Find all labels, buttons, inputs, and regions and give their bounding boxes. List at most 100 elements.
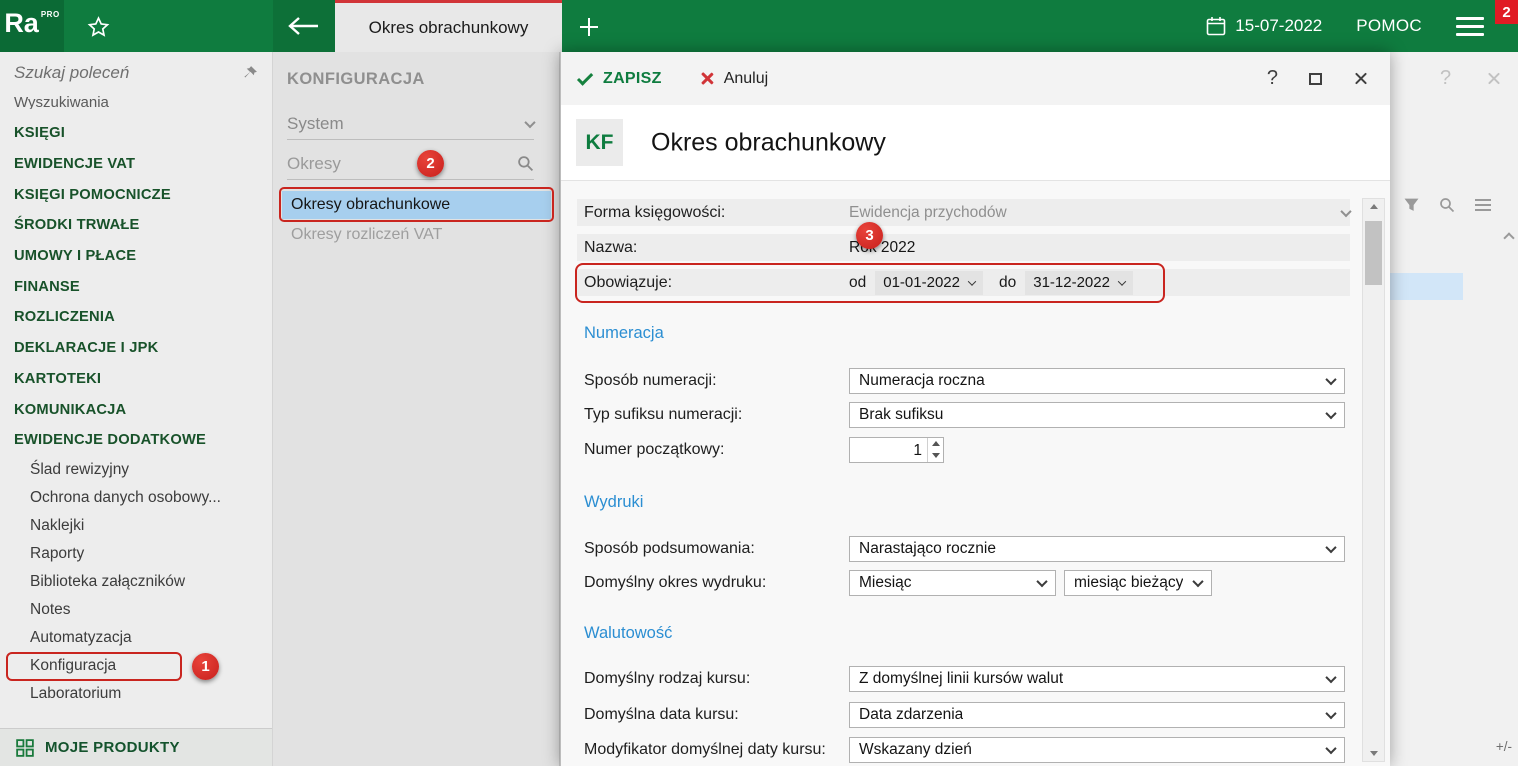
form-row-sposob-numeracji: Sposób numeracji: Numeracja roczna	[584, 367, 1345, 394]
scroll-down-button[interactable]	[1363, 751, 1384, 756]
notification-badge: 2	[1495, 0, 1518, 24]
sidebar-item-umowy-i-place[interactable]: UMOWY I PŁACE	[0, 241, 272, 272]
config-item-okresy-rozliczen-vat[interactable]: Okresy rozliczeń VAT	[291, 226, 442, 244]
field-label: Typ sufiksu numeracji:	[584, 405, 743, 423]
rodzaj-kursu-select[interactable]: Z domyślnej linii kursów walut	[849, 665, 1345, 692]
close-button[interactable]	[1353, 71, 1368, 86]
help-menu[interactable]: POMOC	[1356, 16, 1422, 36]
topbar-right-group: 15-07-2022 POMOC	[1206, 0, 1484, 52]
forma-ksiegowosci-select[interactable]: Ewidencja przychodów	[849, 204, 1352, 222]
panel-title: KONFIGURACJA	[287, 70, 425, 88]
plus-icon	[580, 18, 598, 36]
chevron-up-icon[interactable]	[1503, 232, 1515, 244]
sidebar-item-ewidencje-dodatkowe[interactable]: EWIDENCJE DODATKOWE	[0, 425, 272, 456]
background-zoom-control[interactable]: +/-	[1496, 739, 1512, 754]
scrollbar-thumb[interactable]	[1365, 221, 1382, 285]
my-products-button[interactable]: MOJE PRODUKTY	[0, 728, 272, 766]
nazwa-input[interactable]: Rok 2022	[849, 239, 1350, 257]
select-value: Narastająco rocznie	[859, 539, 996, 557]
arrow-down-icon	[931, 453, 940, 458]
save-button[interactable]: ZAPISZ	[576, 68, 662, 88]
sidebar-item-rozliczenia[interactable]: ROZLICZENIA	[0, 302, 272, 333]
current-date-widget[interactable]: 15-07-2022	[1206, 16, 1322, 36]
background-help-button[interactable]: ?	[1440, 67, 1451, 90]
sidebar-item-naklejki[interactable]: Naklejki	[0, 512, 272, 540]
sidebar-item-raporty[interactable]: Raporty	[0, 540, 272, 568]
cancel-button[interactable]: Anuluj	[700, 70, 768, 88]
background-selected-row	[1390, 273, 1463, 300]
chevron-down-icon	[1325, 671, 1337, 683]
list-menu-icon[interactable]	[1475, 199, 1491, 211]
sidebar-item-komunikacja[interactable]: KOMUNIKACJA	[0, 394, 272, 425]
form-row-nazwa: Nazwa: Rok 2022	[577, 234, 1350, 261]
select-value: Brak sufiksu	[859, 405, 944, 423]
logo-text: Ra	[4, 8, 39, 38]
sidebar-item-kartoteki[interactable]: KARTOTEKI	[0, 364, 272, 395]
date-from-select[interactable]: 01-01-2022	[875, 270, 983, 295]
config-group-select[interactable]: System	[287, 108, 536, 140]
section-numeracja: Numeracja	[584, 324, 664, 342]
okres-wydruku-modifier-select[interactable]: miesiąc bieżący	[1064, 569, 1212, 596]
sidebar-item-konfiguracja[interactable]: Konfiguracja	[0, 652, 272, 680]
sidebar-item-notes[interactable]: Notes	[0, 596, 272, 624]
sidebar-item-ksiegi[interactable]: KSIĘGI	[0, 118, 272, 149]
section-wydruki: Wydruki	[584, 493, 644, 511]
sidebar-item-srodki-trwale[interactable]: ŚRODKI TRWAŁE	[0, 210, 272, 241]
back-button[interactable]	[273, 0, 335, 52]
search-icon[interactable]	[1439, 197, 1455, 213]
typ-sufiksu-select[interactable]: Brak sufiksu	[849, 401, 1345, 428]
dialog-header: KF Okres obrachunkowy	[561, 105, 1390, 181]
cancel-x-icon	[700, 71, 715, 86]
form-row-typ-sufiksu: Typ sufiksu numeracji: Brak sufiksu	[584, 401, 1345, 428]
pin-icon[interactable]	[241, 65, 258, 82]
stepper-up-button[interactable]	[928, 438, 943, 450]
sidebar-item-slad-rewizyjny[interactable]: Ślad rewizyjny	[0, 456, 272, 484]
stepper-arrows	[927, 437, 943, 462]
sidebar-categories: KSIĘGI EWIDENCJE VAT KSIĘGI POMOCNICZE Ś…	[0, 118, 272, 456]
numer-poczatkowy-stepper[interactable]: 1	[849, 436, 944, 463]
dialog-title: Okres obrachunkowy	[651, 128, 886, 156]
sidebar-item-ochrona-danych[interactable]: Ochrona danych osobowy...	[0, 484, 272, 512]
sidebar-item-laboratorium[interactable]: Laboratorium	[0, 680, 272, 708]
config-group-value: System	[287, 113, 344, 133]
config-search-input[interactable]: Okresy	[287, 148, 534, 180]
maximize-button[interactable]	[1309, 72, 1322, 85]
chevron-down-icon	[967, 276, 977, 286]
sidebar-item-biblioteka-zalacznikow[interactable]: Biblioteka załączników	[0, 568, 272, 596]
dialog-toolbar: ZAPISZ Anuluj ?	[561, 52, 1390, 105]
date-to-select[interactable]: 31-12-2022	[1025, 270, 1133, 295]
sidebar-item-deklaracje-i-jpk[interactable]: DEKLARACJE I JPK	[0, 333, 272, 364]
chevron-down-icon	[1325, 541, 1337, 553]
okres-wydruku-select[interactable]: Miesiąc	[849, 569, 1056, 596]
record-type-icon: KF	[576, 119, 623, 166]
sposob-numeracji-select[interactable]: Numeracja roczna	[849, 367, 1345, 394]
sidebar-item-ksiegi-pomocnicze[interactable]: KSIĘGI POMOCNICZE	[0, 179, 272, 210]
sposob-podsumowania-select[interactable]: Narastająco rocznie	[849, 535, 1345, 562]
calendar-icon	[1206, 17, 1226, 36]
dialog-scrollbar[interactable]	[1362, 198, 1385, 762]
config-item-okresy-obrachunkowe[interactable]: Okresy obrachunkowe	[282, 191, 551, 219]
background-window: ? +/-	[1390, 52, 1518, 766]
arrow-up-icon	[931, 441, 940, 446]
app-logo[interactable]: Ra PRO	[0, 0, 64, 52]
new-tab-button[interactable]	[574, 12, 604, 42]
modyfikator-daty-kursu-select[interactable]: Wskazany dzień	[849, 736, 1345, 763]
stepper-down-button[interactable]	[928, 450, 943, 462]
command-search[interactable]: Szukaj poleceń	[0, 52, 272, 94]
sidebar-item-ewidencje-vat[interactable]: EWIDENCJE VAT	[0, 149, 272, 180]
filter-icon[interactable]	[1404, 198, 1419, 212]
date-to-value: 31-12-2022	[1033, 274, 1110, 291]
data-kursu-select[interactable]: Data zdarzenia	[849, 701, 1345, 728]
callout-1: 1	[192, 653, 219, 680]
dialog-help-button[interactable]: ?	[1267, 67, 1278, 90]
sidebar-item-automatyzacja[interactable]: Automatyzacja	[0, 624, 272, 652]
sidebar-item-finanse[interactable]: FINANSE	[0, 271, 272, 302]
scroll-up-button[interactable]	[1363, 204, 1384, 209]
do-label: do	[998, 273, 1017, 291]
check-icon	[576, 68, 594, 86]
tab-okres-obrachunkowy[interactable]: Okres obrachunkowy	[335, 0, 562, 52]
favorites-button[interactable]	[84, 13, 112, 41]
main-menu-button[interactable]	[1456, 16, 1484, 36]
chevron-down-icon	[1325, 742, 1337, 754]
sidebar-item-clipped[interactable]: Wyszukiwania	[14, 94, 109, 109]
